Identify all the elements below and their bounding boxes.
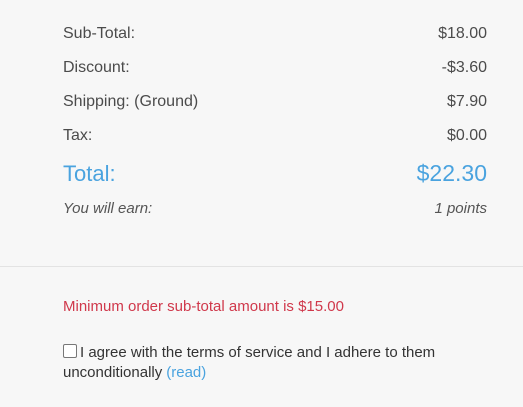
terms-read-link[interactable]: (read) [166, 364, 206, 381]
minimum-order-message: Minimum order sub-total amount is $15.00 [63, 298, 344, 315]
terms-text: I agree with the terms of service and I … [63, 344, 436, 381]
divider [0, 266, 523, 267]
discount-row: Discount: -$3.60 [63, 58, 487, 78]
order-summary: Sub-Total: $18.00 Discount: -$3.60 Shipp… [63, 24, 487, 233]
tax-label: Tax: [63, 127, 93, 144]
total-label: Total: [63, 161, 116, 186]
subtotal-label: Sub-Total: [63, 25, 136, 42]
total-value: $22.30 [416, 160, 487, 186]
earn-row: You will earn: 1 points [63, 199, 487, 219]
terms-checkbox[interactable] [63, 344, 77, 358]
discount-value: -$3.60 [441, 59, 487, 76]
earn-label: You will earn: [63, 200, 153, 217]
tax-row: Tax: $0.00 [63, 126, 487, 146]
earn-value: 1 points [434, 200, 487, 217]
shipping-value: $7.90 [446, 93, 487, 110]
terms-agreement: I agree with the terms of service and I … [63, 343, 503, 383]
discount-label: Discount: [63, 59, 130, 76]
subtotal-row: Sub-Total: $18.00 [63, 24, 487, 44]
total-row: Total: $22.30 [63, 160, 487, 187]
shipping-label: Shipping: (Ground) [63, 93, 199, 110]
shipping-row: Shipping: (Ground) $7.90 [63, 92, 487, 112]
tax-value: $0.00 [446, 127, 487, 144]
subtotal-value: $18.00 [438, 25, 487, 42]
